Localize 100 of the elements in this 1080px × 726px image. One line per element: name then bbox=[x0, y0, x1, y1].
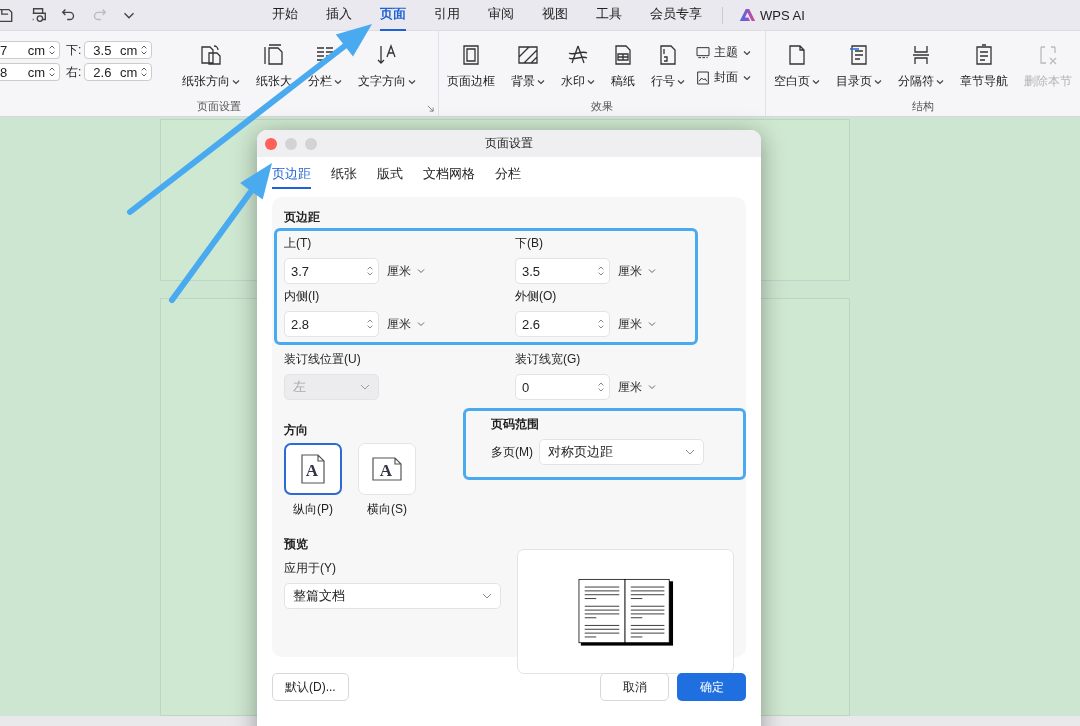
dialog-button[interactable]: 取消 bbox=[600, 673, 669, 701]
spin-field[interactable]: 7 cm bbox=[0, 41, 60, 59]
dialog-tab[interactable]: 纸张 bbox=[331, 165, 357, 189]
theme-icon bbox=[694, 44, 711, 61]
chevron-down-icon bbox=[360, 384, 370, 390]
number-field[interactable]: 3.7 bbox=[284, 258, 379, 284]
unit-dropdown[interactable]: 厘米 bbox=[387, 262, 425, 280]
dialog-launcher-icon[interactable] bbox=[426, 105, 434, 112]
caret-icon bbox=[417, 320, 425, 328]
section-heading: 预览 bbox=[284, 536, 309, 553]
option-label: 横向(S) bbox=[367, 501, 407, 518]
caret-icon bbox=[334, 77, 342, 86]
caret-icon bbox=[676, 77, 685, 86]
chevron-down-icon bbox=[685, 449, 695, 455]
close-button[interactable] bbox=[265, 138, 277, 150]
caret-icon bbox=[812, 77, 820, 86]
image-page-icon bbox=[694, 69, 711, 86]
spinner-icon[interactable] bbox=[140, 65, 149, 79]
ribbon-button[interactable]: 章节导航 bbox=[952, 41, 1016, 92]
caret-icon bbox=[742, 48, 751, 57]
group-label: 效果 bbox=[590, 98, 613, 114]
unit-dropdown[interactable]: 厘米 bbox=[618, 315, 656, 333]
spinner-icon[interactable] bbox=[48, 43, 56, 57]
field-label: 装订线位置(U) bbox=[284, 351, 362, 368]
unit-dropdown[interactable]: 厘米 bbox=[618, 378, 656, 396]
menu-tab[interactable]: 工具 bbox=[596, 0, 622, 31]
field-label: 多页(M) bbox=[491, 443, 533, 461]
pages-icon bbox=[199, 43, 223, 67]
ai-button[interactable]: WPS AI bbox=[722, 6, 811, 24]
field-label: 装订线宽(G) bbox=[515, 351, 582, 368]
ribbon-button[interactable]: 行号 bbox=[642, 41, 693, 92]
menu-tab[interactable]: 引用 bbox=[434, 0, 460, 31]
unit-dropdown[interactable]: 厘米 bbox=[387, 315, 425, 333]
ribbon-button[interactable]: 分栏 bbox=[300, 41, 350, 92]
spinner-icon[interactable] bbox=[48, 65, 56, 79]
dialog-button[interactable]: 默认(D)... bbox=[272, 673, 349, 701]
field-label: 下(B) bbox=[515, 235, 544, 252]
page-size-icon bbox=[262, 43, 286, 67]
section-heading: 方向 bbox=[284, 422, 309, 439]
spin-field[interactable]: 2.6 cm bbox=[84, 63, 153, 81]
ribbon-button[interactable]: 分隔符 bbox=[890, 41, 952, 92]
spinner-icon[interactable] bbox=[366, 264, 374, 278]
caret-icon bbox=[586, 77, 595, 86]
field-label: 外侧(O) bbox=[515, 288, 558, 305]
field-label: 右: bbox=[66, 63, 82, 81]
group-label: 页面设置 bbox=[196, 98, 241, 114]
caret-icon bbox=[536, 77, 545, 86]
dialog-tab[interactable]: 版式 bbox=[377, 165, 403, 189]
menu-tab[interactable]: 审阅 bbox=[488, 0, 514, 31]
ribbon-button[interactable]: 主题 bbox=[692, 43, 753, 62]
dialog-tab[interactable]: 文档网格 bbox=[423, 165, 475, 189]
unit-dropdown[interactable]: 厘米 bbox=[618, 262, 656, 280]
spin-field[interactable]: 8 cm bbox=[0, 63, 60, 81]
ribbon-button[interactable]: 稿纸 bbox=[602, 41, 643, 92]
caret-icon bbox=[742, 73, 751, 82]
orientation-option[interactable]: A bbox=[284, 443, 342, 495]
section-heading: 页码范围 bbox=[491, 416, 540, 433]
dialog-tab[interactable]: 分栏 bbox=[495, 165, 521, 189]
dialog-title: 页面设置 bbox=[485, 135, 533, 152]
caret-icon bbox=[648, 320, 656, 328]
option-label: 纵向(P) bbox=[293, 501, 333, 518]
ribbon-button[interactable]: 纸张方向 bbox=[174, 41, 248, 92]
spinner-icon[interactable] bbox=[597, 317, 605, 331]
ribbon-button[interactable]: 背景 bbox=[502, 41, 553, 92]
spinner-icon[interactable] bbox=[597, 380, 605, 394]
orientation-option[interactable]: A bbox=[358, 443, 416, 495]
menu-tab[interactable]: 视图 bbox=[542, 0, 568, 31]
caret-icon bbox=[648, 383, 656, 391]
spin-field[interactable]: 3.5 cm bbox=[84, 41, 153, 59]
caret-icon bbox=[874, 77, 882, 86]
field-label: 内侧(I) bbox=[284, 288, 321, 305]
number-field[interactable]: 2.8 bbox=[284, 311, 379, 337]
ribbon-button[interactable]: 页面边框 bbox=[438, 41, 503, 92]
spinner-icon[interactable] bbox=[366, 317, 374, 331]
hatched-page-icon bbox=[515, 43, 540, 67]
spinner-icon[interactable] bbox=[597, 264, 605, 278]
menu-tab[interactable]: 开始 bbox=[272, 0, 298, 31]
spinner-icon[interactable] bbox=[140, 43, 149, 57]
caret-icon bbox=[232, 77, 240, 86]
ribbon-button[interactable]: 封面 bbox=[692, 68, 753, 87]
number-field[interactable]: 2.6 bbox=[515, 311, 610, 337]
section-heading: 页边距 bbox=[284, 209, 321, 226]
dialog-tab[interactable]: 页边距 bbox=[272, 165, 311, 189]
ribbon-button[interactable]: 目录页 bbox=[828, 41, 890, 92]
ribbon-button[interactable]: 空白页 bbox=[766, 41, 828, 92]
ribbon-button[interactable]: 文字方向 bbox=[350, 41, 424, 92]
ribbon-button[interactable]: 水印 bbox=[552, 41, 603, 92]
field-label: 上(T) bbox=[284, 235, 313, 252]
caret-icon bbox=[648, 267, 656, 275]
apply-to-select[interactable]: 整篇文档 bbox=[284, 583, 501, 609]
multiple-pages-select[interactable]: 对称页边距 bbox=[539, 439, 704, 465]
menu-tab[interactable]: 会员专享 bbox=[650, 0, 702, 31]
number-field[interactable]: 0 bbox=[515, 374, 610, 400]
menu-tab[interactable]: 插入 bbox=[326, 0, 352, 31]
dialog-button[interactable]: 确定 bbox=[677, 673, 746, 701]
number-field[interactable]: 3.5 bbox=[515, 258, 610, 284]
field-label: 应用于(Y) bbox=[284, 560, 337, 577]
chevron-down-icon bbox=[482, 593, 492, 599]
group-label: 结构 bbox=[912, 98, 934, 114]
print-preview-icon[interactable] bbox=[30, 6, 48, 24]
